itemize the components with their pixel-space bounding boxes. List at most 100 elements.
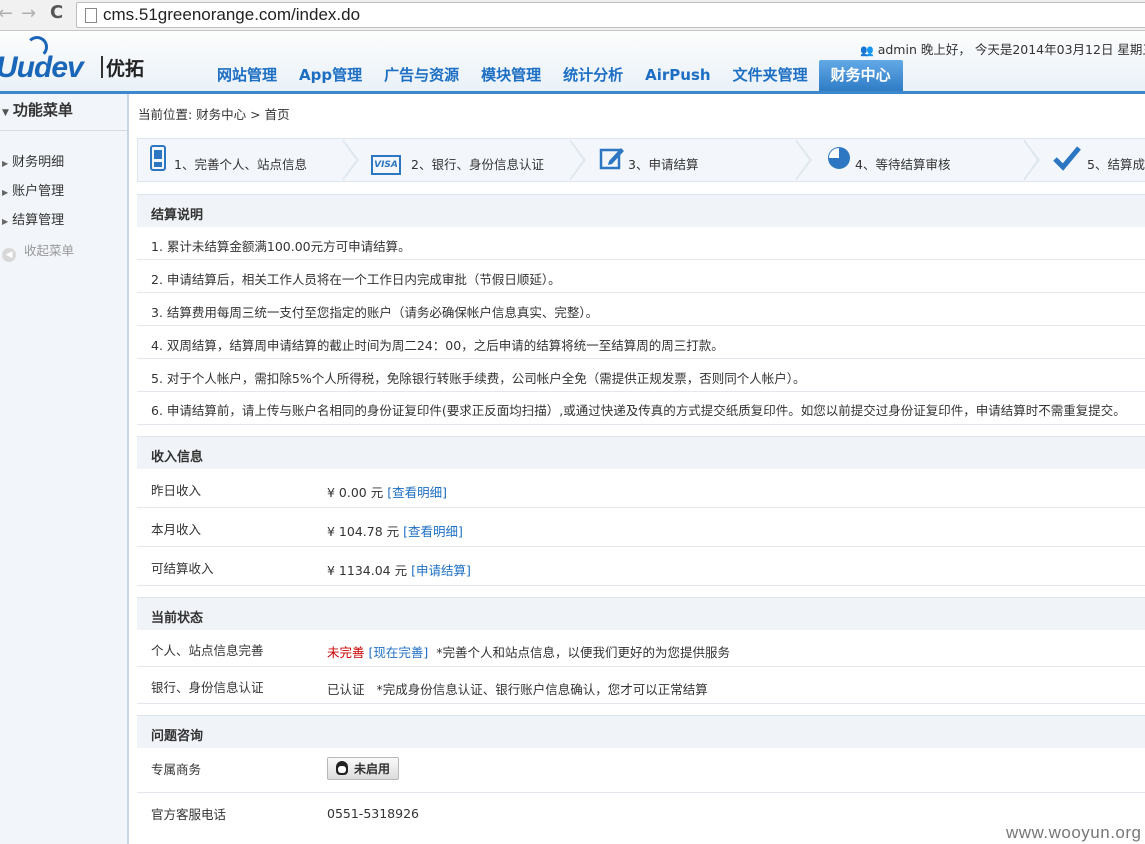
back-arrow-icon[interactable]: ←	[0, 4, 13, 24]
table-row: 官方客服电话 0551-5318926	[137, 793, 1145, 831]
table-row: 银行、身份信息认证 已认证 *完成身份信息认证、银行账户信息确认，您才可以正常结…	[137, 667, 1145, 704]
section-header: 收入信息	[137, 436, 1145, 470]
table-row: 本月收入 ¥ 104.78 元 [查看明细]	[137, 508, 1145, 547]
user-greeting: 👥 admin 晚上好， 今天是2014年03月12日 星期三	[860, 39, 1145, 58]
rule-text: 4. 双周结算，结算周申请结算的截止时间为周二24：00，之后申请的结算将统一至…	[151, 338, 724, 353]
section-title: 当前状态	[151, 611, 204, 626]
income-label: 本月收入	[151, 522, 202, 537]
watermark: www.wooyun.org	[1006, 823, 1142, 842]
browser-toolbar: ← → C cms.51greenorange.com/index.do	[0, 0, 1145, 31]
nav-ads-resources[interactable]: 广告与资源	[373, 60, 470, 91]
section-header: 问题咨询	[137, 715, 1145, 749]
section-title: 结算说明	[151, 208, 204, 223]
table-row: 专属商务 未启用	[137, 748, 1145, 793]
rule-item: 5. 对于个人帐户，需扣除5%个人所得税，免除银行转账手续费，公司帐户全免（需提…	[137, 359, 1145, 392]
status-badge: 未完善	[327, 645, 365, 660]
income-value: ¥ 0.00 元 [查看明细]	[327, 482, 447, 501]
step-label: 2、银行、身份信息认证	[411, 157, 544, 172]
income-amount: ¥ 1134.04 元	[327, 563, 408, 578]
step-label: 5、结算成功	[1087, 157, 1145, 172]
qq-contact-button[interactable]: 未启用	[327, 757, 400, 780]
rule-text: 3. 结算费用每周三统一支付至您指定的账户（请务必确保帐户信息真实、完整）。	[151, 305, 599, 320]
income-label: 昨日收入	[151, 483, 202, 498]
consult-value: 未启用	[327, 757, 400, 780]
forward-arrow-icon[interactable]: →	[21, 4, 36, 24]
nav-module-management[interactable]: 模块管理	[470, 60, 552, 91]
main-nav: 网站管理 App管理 广告与资源 模块管理 统计分析 AirPush 文件夹管理 财务中心	[206, 60, 903, 91]
sidebar-title[interactable]: ▼ 功能菜单	[0, 94, 127, 131]
bullet-icon: ▶	[2, 188, 9, 197]
reload-icon[interactable]: C	[50, 3, 63, 23]
address-bar[interactable]: cms.51greenorange.com/index.do	[76, 2, 1145, 28]
section-title: 问题咨询	[151, 729, 204, 744]
table-row: 个人、站点信息完善 未完善 [现在完善] *完善个人和站点信息，以便我们更好的为…	[137, 630, 1145, 667]
rule-item: 4. 双周结算，结算周申请结算的截止时间为周二24：00，之后申请的结算将统一至…	[137, 326, 1145, 359]
url-text: cms.51greenorange.com/index.do	[103, 5, 361, 24]
sidebar: ▼ 功能菜单 ▶ 财务明细 ▶ 账户管理 ▶ 结算管理 ◀ 收起菜单	[0, 94, 129, 844]
settlement-steps: 1、完善个人、站点信息 VISA 2、银行、身份信息认证 3、申请结算 4、等待…	[137, 138, 1145, 182]
rule-item: 6. 申请结算前，请上传与账户名相同的身份证复印件(要求正反面均扫描）,或通过快…	[137, 392, 1145, 425]
collapse-arrow-icon: ◀	[2, 248, 16, 262]
bullet-icon: ▶	[2, 159, 9, 168]
section-header: 当前状态	[137, 597, 1145, 631]
nav-airpush[interactable]: AirPush	[634, 60, 721, 91]
page-icon	[85, 8, 97, 23]
nav-folder-management[interactable]: 文件夹管理	[722, 60, 819, 91]
section-header: 结算说明	[137, 194, 1145, 228]
apply-settlement-link[interactable]: [申请结算]	[411, 563, 471, 578]
breadcrumb: 当前位置: 财务中心 > 首页	[138, 107, 290, 122]
income-value: ¥ 104.78 元 [查看明细]	[327, 521, 463, 540]
rule-item: 2. 申请结算后，相关工作人员将在一个工作日内完成审批（节假日顺延）。	[137, 260, 1145, 293]
rule-text: 5. 对于个人帐户，需扣除5%个人所得税，免除银行转账手续费，公司帐户全免（需提…	[151, 371, 806, 386]
collapse-menu-label: 收起菜单	[24, 243, 75, 258]
logo-divider	[101, 56, 103, 78]
status-value: 未完善 [现在完善] *完善个人和站点信息，以便我们更好的为您提供服务	[327, 642, 730, 661]
table-row: 可结算收入 ¥ 1134.04 元 [申请结算]	[137, 547, 1145, 586]
collapse-menu-button[interactable]: ◀ 收起菜单	[2, 240, 74, 262]
income-label: 可结算收入	[151, 561, 214, 576]
qq-icon	[336, 761, 348, 775]
complete-now-link[interactable]: [现在完善]	[369, 645, 429, 660]
sidebar-item-label: 财务明细	[12, 155, 65, 170]
income-value: ¥ 1134.04 元 [申请结算]	[327, 560, 471, 579]
rule-text: 6. 申请结算前，请上传与账户名相同的身份证复印件(要求正反面均扫描）,或通过快…	[151, 403, 1126, 418]
sidebar-item-finance-detail[interactable]: ▶ 财务明细	[0, 151, 64, 170]
nav-site-management[interactable]: 网站管理	[206, 60, 288, 91]
rule-text: 1. 累计未结算金额满100.00元方可申请结算。	[151, 239, 411, 254]
sidebar-item-account[interactable]: ▶ 账户管理	[0, 180, 64, 199]
section-title: 收入信息	[151, 450, 204, 465]
consult-label: 专属商务	[151, 762, 202, 777]
sidebar-item-label: 结算管理	[12, 213, 65, 228]
income-amount: ¥ 0.00 元	[327, 485, 384, 500]
nav-finance-center[interactable]: 财务中心	[818, 60, 903, 91]
triangle-down-icon: ▼	[2, 108, 9, 118]
step-label: 3、申请结算	[628, 157, 699, 172]
sidebar-item-settlement[interactable]: ▶ 结算管理	[0, 209, 64, 228]
view-detail-link[interactable]: [查看明细]	[403, 524, 463, 539]
logo-cn-text: 优拓	[106, 58, 145, 80]
user-greeting-text: admin 晚上好， 今天是2014年03月12日 星期三	[877, 42, 1145, 57]
step-label: 4、等待结算审核	[855, 157, 951, 172]
visa-card-icon: VISA	[371, 145, 401, 175]
phone-number: 0551-5318926	[327, 806, 419, 821]
status-note: *完善个人和站点信息，以便我们更好的为您提供服务	[436, 645, 730, 660]
bullet-icon: ▶	[2, 217, 9, 226]
logo: Uudev	[0, 51, 84, 84]
qq-button-label: 未启用	[354, 762, 391, 776]
check-icon	[1053, 145, 1081, 173]
site-header: Uudev 优拓 👥 admin 晚上好， 今天是2014年03月12日 星期三 …	[0, 31, 1145, 94]
view-detail-link[interactable]: [查看明细]	[387, 485, 447, 500]
income-amount: ¥ 104.78 元	[327, 524, 400, 539]
rule-text: 2. 申请结算后，相关工作人员将在一个工作日内完成审批（节假日顺延）。	[151, 272, 561, 287]
rule-item: 1. 累计未结算金额满100.00元方可申请结算。	[137, 227, 1145, 260]
edit-icon	[598, 145, 626, 173]
status-value: 已认证 *完成身份信息认证、银行账户信息确认，您才可以正常结算	[327, 679, 708, 698]
table-row: 昨日收入 ¥ 0.00 元 [查看明细]	[137, 469, 1145, 508]
nav-app-management[interactable]: App管理	[288, 60, 373, 91]
status-label: 银行、身份信息认证	[151, 680, 264, 695]
status-badge: 已认证	[327, 682, 365, 697]
phone-icon	[144, 145, 172, 173]
nav-statistics[interactable]: 统计分析	[552, 60, 634, 91]
sidebar-item-label: 账户管理	[12, 184, 65, 199]
users-icon: 👥	[860, 44, 874, 57]
